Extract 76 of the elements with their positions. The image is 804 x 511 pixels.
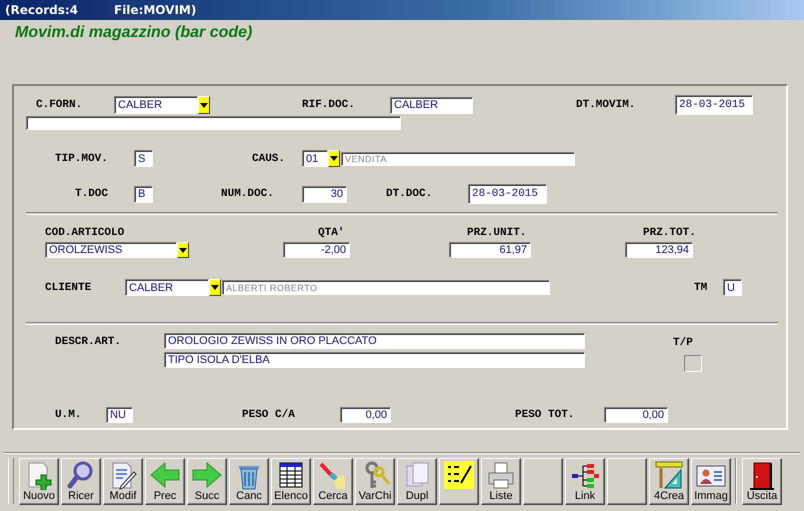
caret-icon bbox=[211, 285, 219, 290]
toolbar-button[interactable]: Elenco bbox=[271, 458, 311, 504]
field-label: COD.ARTICOLO bbox=[45, 227, 126, 239]
toolbar-button[interactable]: Canc bbox=[229, 458, 269, 504]
field-label: PRZ.UNIT. bbox=[467, 227, 528, 239]
toolbar-button[interactable] bbox=[523, 458, 563, 504]
toolbar-button[interactable]: Cerca bbox=[313, 458, 353, 504]
field-label: T.DOC bbox=[75, 188, 110, 200]
input-field[interactable]: U bbox=[723, 279, 742, 296]
description-field: VENDITA bbox=[341, 152, 575, 166]
toolbar-grip[interactable] bbox=[8, 458, 14, 504]
right-arrow-icon bbox=[191, 460, 223, 490]
description-field: ALBERTI ROBERTO bbox=[222, 280, 550, 295]
caret-icon bbox=[200, 102, 208, 108]
combo-field[interactable]: CALBER bbox=[114, 96, 198, 114]
dropdown-button[interactable] bbox=[328, 150, 340, 167]
field-label: CLIENTE bbox=[45, 282, 92, 294]
checkbox[interactable] bbox=[684, 355, 702, 372]
input-field[interactable]: 0,00 bbox=[340, 407, 391, 423]
input-field[interactable]: 30 bbox=[302, 186, 347, 202]
field-label: CAUS. bbox=[252, 152, 286, 164]
caret-icon bbox=[179, 248, 187, 252]
input-field[interactable]: 0,00 bbox=[604, 407, 668, 423]
toolbar-button[interactable]: Ricer bbox=[61, 458, 101, 504]
field-label: PESO TOT. bbox=[515, 409, 576, 421]
input-field[interactable] bbox=[26, 116, 401, 130]
toolbar-button[interactable]: Link bbox=[565, 458, 605, 504]
toolbar-button[interactable]: Liste bbox=[481, 458, 521, 504]
dropdown-button[interactable] bbox=[198, 96, 210, 114]
field-label: TM bbox=[694, 282, 708, 294]
form-heading: Movim.di magazzino (bar code) bbox=[15, 24, 252, 42]
input-field[interactable]: -2,00 bbox=[283, 242, 350, 258]
input-field[interactable]: NU bbox=[106, 407, 133, 423]
toolbar-button[interactable]: Immag bbox=[691, 458, 731, 504]
input-field[interactable]: TIPO ISOLA D'ELBA bbox=[164, 352, 585, 368]
toolbar-button[interactable]: Prec bbox=[145, 458, 185, 504]
toolbar-button[interactable]: Modif bbox=[103, 458, 143, 504]
input-field[interactable]: OROLOGIO ZEWISS IN ORO PLACCATO bbox=[164, 333, 585, 349]
dropdown-button[interactable] bbox=[177, 242, 189, 258]
record-count: (Records:4 bbox=[5, 3, 80, 17]
input-field[interactable]: 61,97 bbox=[449, 242, 531, 258]
toolbar-button[interactable]: VarChi bbox=[355, 458, 395, 504]
input-field[interactable]: CALBER bbox=[390, 96, 473, 114]
toolbar-button[interactable] bbox=[439, 458, 479, 504]
field-label: RIF.DOC. bbox=[302, 99, 356, 111]
field-label: QTA' bbox=[318, 227, 346, 239]
input-field[interactable]: B bbox=[134, 186, 153, 202]
caret-icon bbox=[330, 156, 338, 161]
toolbar-button[interactable]: 4Crea bbox=[649, 458, 689, 504]
combo-field[interactable]: CALBER bbox=[125, 279, 209, 296]
field-label: NUM.DOC. bbox=[221, 188, 275, 200]
field-label: T/P bbox=[673, 337, 693, 349]
field-label: TIP.MOV. bbox=[55, 152, 109, 164]
field-label: DESCR.ART. bbox=[55, 336, 122, 348]
input-field[interactable]: 28-03-2015 bbox=[468, 184, 547, 204]
checklist-icon bbox=[443, 460, 475, 490]
toolbar-button[interactable]: Dupl bbox=[397, 458, 437, 504]
input-field[interactable]: 123,94 bbox=[625, 242, 693, 258]
dropdown-button[interactable] bbox=[209, 279, 221, 296]
field-label: PRZ.TOT. bbox=[643, 227, 696, 239]
field-label: U.M. bbox=[55, 409, 82, 421]
toolbar-button[interactable]: Nuovo bbox=[19, 458, 59, 504]
toolbar-button[interactable]: Uscita bbox=[742, 458, 782, 504]
left-arrow-icon bbox=[149, 460, 181, 490]
field-label: PESO C/A bbox=[242, 409, 296, 421]
toolbar-button[interactable] bbox=[607, 458, 647, 504]
toolbar-button[interactable]: Succ bbox=[187, 458, 227, 504]
field-label: DT.MOVIM. bbox=[576, 99, 636, 111]
file-name: File:MOVIM) bbox=[114, 3, 196, 17]
field-label: DT.DOC. bbox=[386, 188, 434, 200]
field-label: C.FORN. bbox=[36, 99, 84, 111]
input-field[interactable]: S bbox=[134, 150, 153, 167]
combo-field[interactable]: OROLZEWISS bbox=[45, 242, 177, 258]
ruler-triangle-icon bbox=[653, 460, 685, 490]
combo-field[interactable]: 01 bbox=[302, 150, 328, 167]
input-field[interactable]: 28-03-2015 bbox=[675, 95, 753, 115]
